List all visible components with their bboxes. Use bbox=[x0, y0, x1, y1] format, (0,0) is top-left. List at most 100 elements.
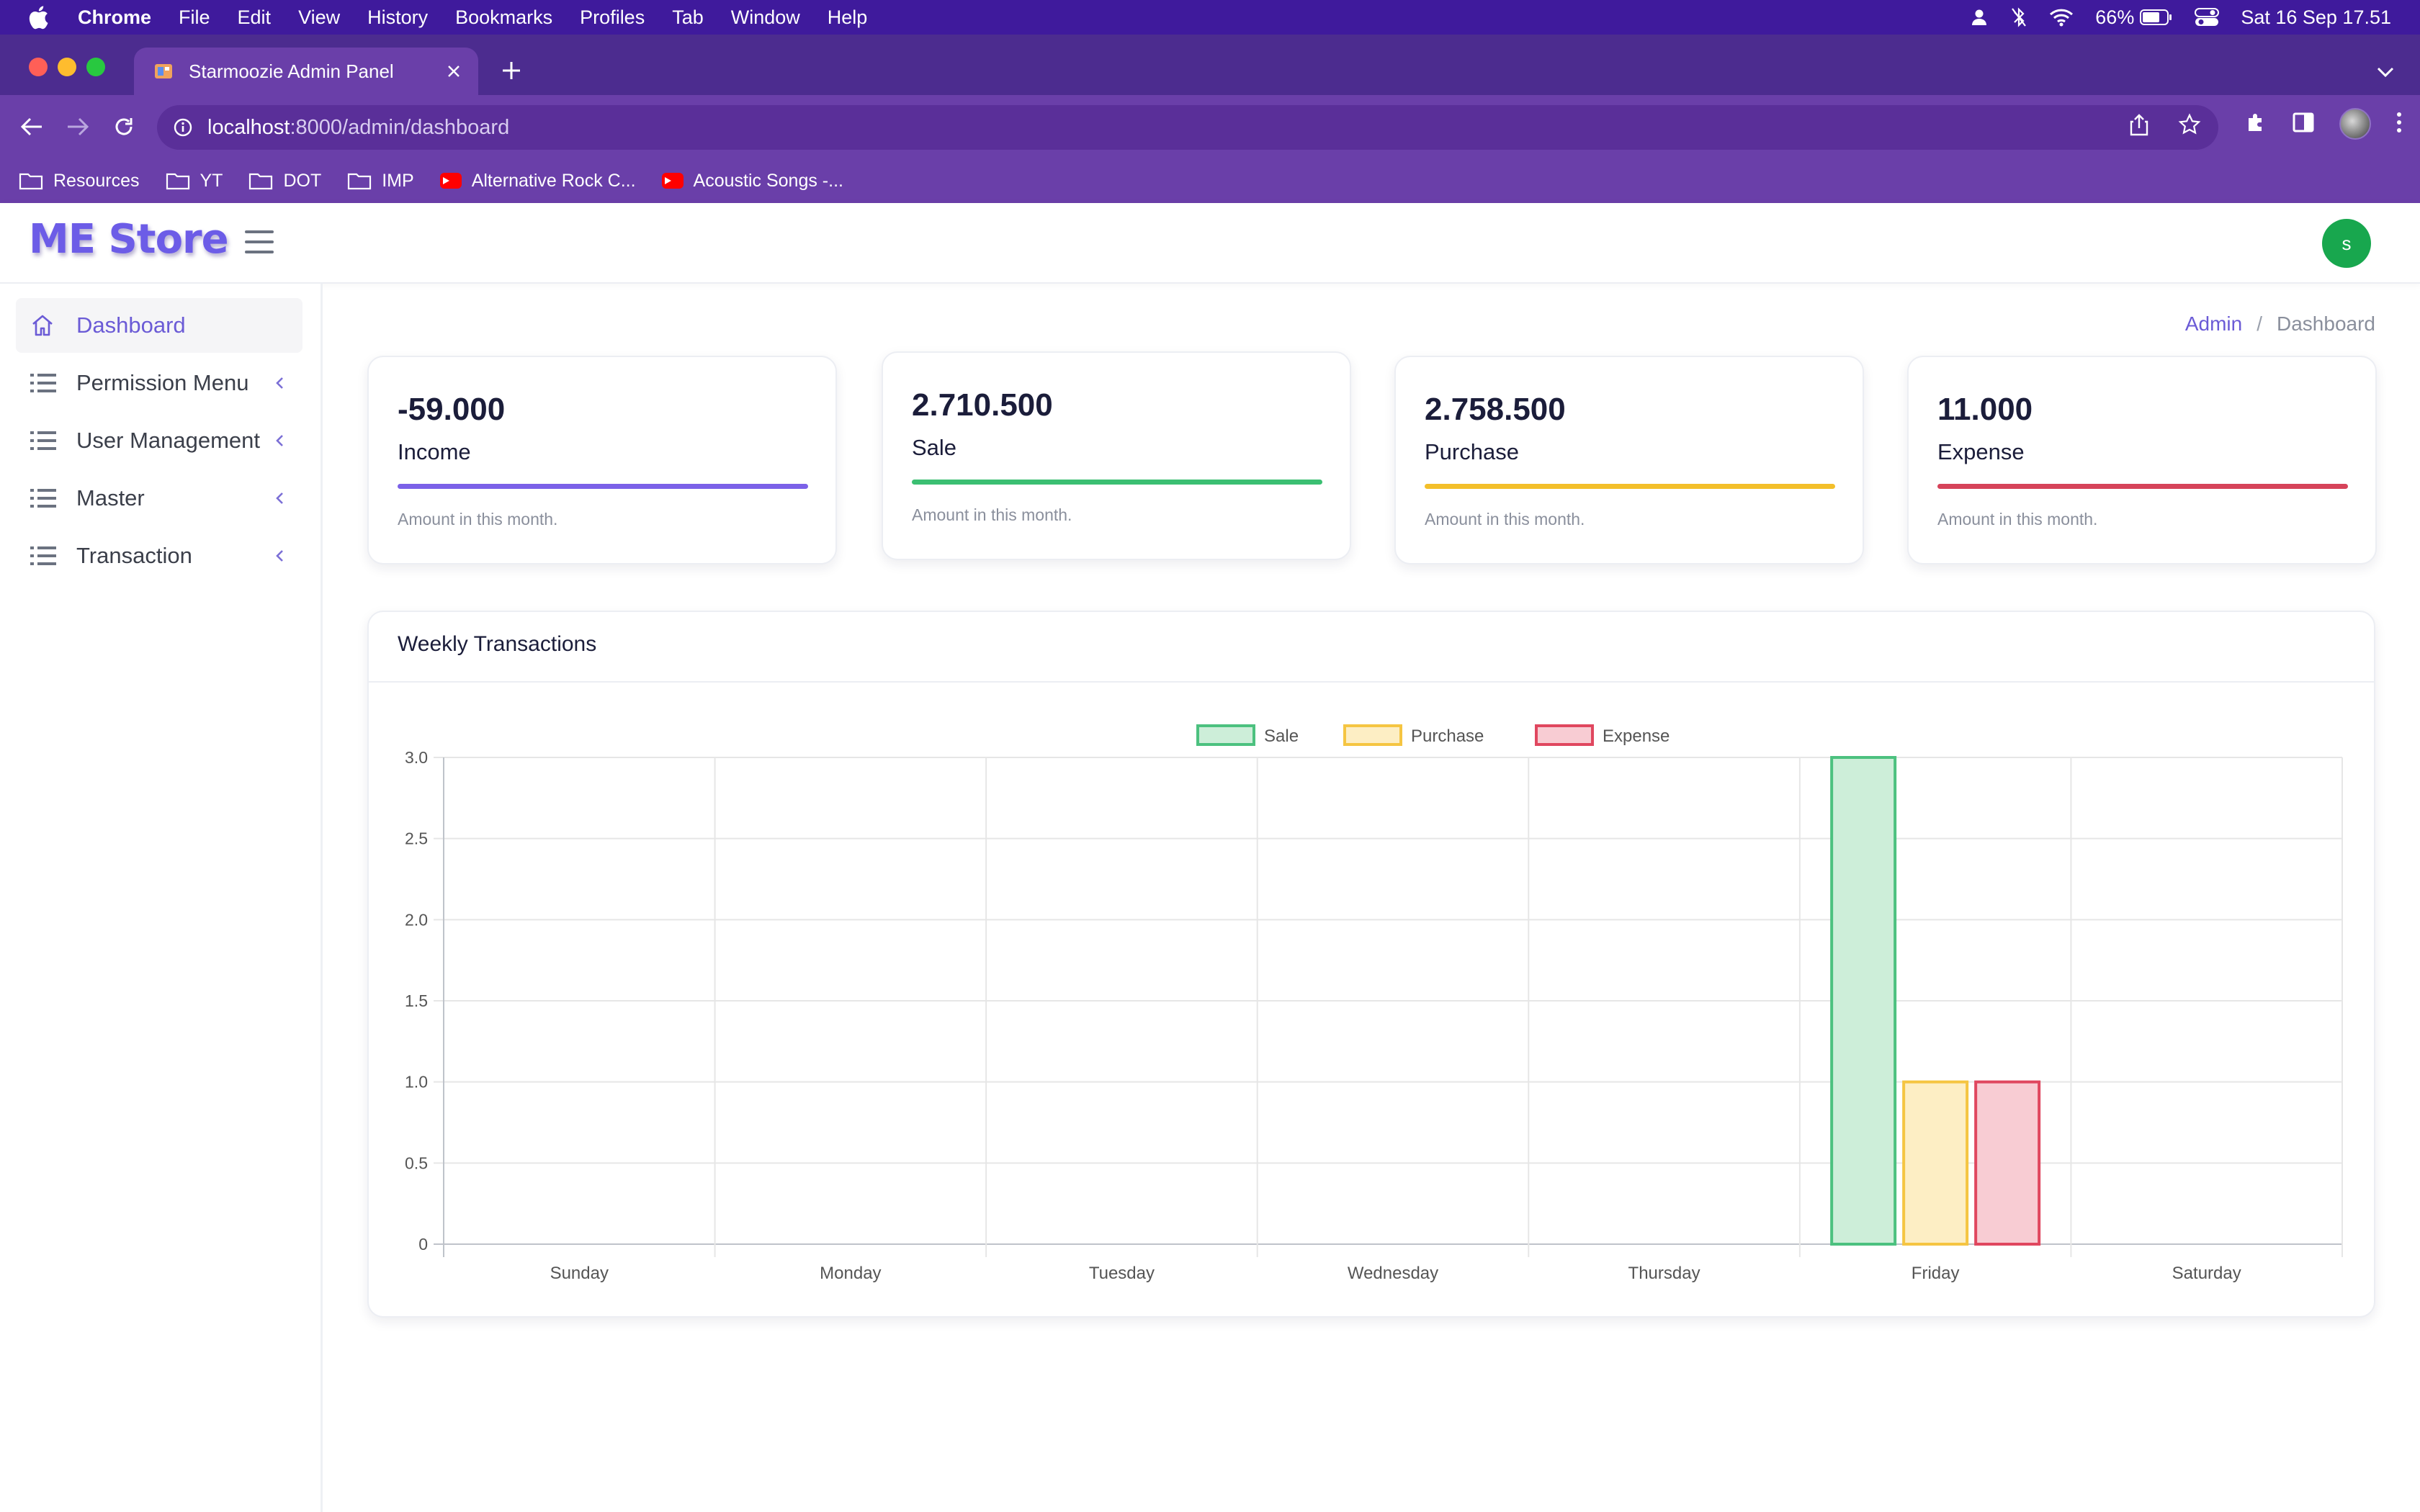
sidebar-item-label: Master bbox=[76, 485, 145, 510]
user-avatar[interactable]: s bbox=[2322, 219, 2371, 268]
url-host: localhost bbox=[207, 115, 290, 139]
y-tick-label: 0.5 bbox=[405, 1153, 428, 1172]
menu-tab[interactable]: Tab bbox=[672, 6, 704, 29]
battery-icon bbox=[2140, 9, 2172, 25]
share-icon[interactable] bbox=[2129, 113, 2149, 142]
sidebar-item-master[interactable]: Master bbox=[16, 471, 302, 526]
sale-note: Amount in this month. bbox=[912, 505, 1072, 524]
card-divider bbox=[369, 681, 2374, 683]
bookmark-yt[interactable]: YT bbox=[166, 171, 223, 192]
wifi-icon[interactable] bbox=[2049, 8, 2074, 27]
sale-value: 2.710.500 bbox=[912, 387, 1053, 423]
bookmark-label: IMP bbox=[382, 170, 414, 191]
side-panel-icon[interactable] bbox=[2292, 112, 2315, 137]
legend-label-expense[interactable]: Expense bbox=[1603, 726, 1670, 746]
bookmark-star-icon[interactable] bbox=[2178, 113, 2201, 142]
bookmark-imp[interactable]: IMP bbox=[347, 170, 414, 192]
reload-icon[interactable] bbox=[107, 109, 141, 144]
sidebar-item-permission-menu[interactable]: Permission Menu bbox=[16, 356, 302, 410]
expense-progress-bar bbox=[1937, 484, 2348, 489]
bookmark-label: DOT bbox=[283, 170, 322, 191]
menu-help[interactable]: Help bbox=[828, 6, 868, 29]
clock-datetime[interactable]: Sat 16 Sep 17.51 bbox=[2241, 6, 2391, 29]
profile-avatar-icon[interactable] bbox=[2339, 108, 2371, 140]
tab-search-chevron-icon[interactable] bbox=[2371, 58, 2400, 86]
x-tick-label: Wednesday bbox=[1348, 1264, 1438, 1283]
folder-icon bbox=[19, 173, 43, 190]
back-arrow-icon[interactable] bbox=[14, 109, 49, 144]
menu-file[interactable]: File bbox=[179, 6, 210, 29]
menu-window[interactable]: Window bbox=[731, 6, 800, 29]
bookmarks-bar: Resources YT DOT IMP Alternative Rock C.… bbox=[0, 158, 2420, 203]
y-tick-label: 1.5 bbox=[405, 991, 428, 1010]
macos-menu-bar: Chrome File Edit View History Bookmarks … bbox=[0, 0, 2420, 35]
brand-logo[interactable]: ME Store bbox=[29, 216, 229, 263]
breadcrumb-current: Dashboard bbox=[2277, 312, 2375, 335]
user-icon[interactable] bbox=[1970, 8, 1989, 27]
youtube-icon bbox=[661, 173, 684, 189]
window-minimize-button[interactable] bbox=[58, 58, 76, 76]
hamburger-menu-icon[interactable] bbox=[242, 228, 277, 256]
menu-bar-status-area: 66% Sat 16 Sep 17.51 bbox=[1970, 0, 2391, 35]
tab-close-icon[interactable] bbox=[438, 55, 470, 87]
legend-swatch-sale[interactable] bbox=[1196, 724, 1255, 746]
legend-label-purchase[interactable]: Purchase bbox=[1411, 726, 1484, 746]
menu-profiles[interactable]: Profiles bbox=[580, 6, 645, 29]
legend-label-sale[interactable]: Sale bbox=[1264, 726, 1299, 746]
y-tick-label: 2.0 bbox=[405, 910, 428, 929]
toolbar-right-actions bbox=[2244, 108, 2403, 140]
sidebar-item-label: Permission Menu bbox=[76, 370, 249, 395]
address-bar[interactable]: localhost:8000/admin/dashboard bbox=[157, 105, 2218, 150]
expense-stat-card: 11.000 Expense Amount in this month. bbox=[1907, 356, 2377, 564]
chevron-left-icon bbox=[275, 492, 284, 505]
home-icon bbox=[30, 314, 59, 337]
sidebar: Dashboard Permission Menu User Managemen… bbox=[0, 284, 323, 1512]
browser-tab-active[interactable]: Starmoozie Admin Panel bbox=[134, 48, 478, 95]
new-tab-plus-icon[interactable] bbox=[497, 56, 526, 85]
y-tick-label: 0 bbox=[418, 1235, 428, 1254]
battery-status[interactable]: 66% bbox=[2095, 6, 2173, 29]
breadcrumb-admin-link[interactable]: Admin bbox=[2185, 312, 2242, 336]
bookmark-acoustic-songs[interactable]: Acoustic Songs -... bbox=[661, 170, 843, 192]
purchase-label: Purchase bbox=[1425, 439, 1519, 464]
sidebar-item-user-management[interactable]: User Management bbox=[16, 413, 302, 468]
legend-swatch-expense[interactable] bbox=[1535, 724, 1594, 746]
apple-icon[interactable] bbox=[27, 5, 52, 30]
menu-bookmarks[interactable]: Bookmarks bbox=[455, 6, 552, 29]
bar-purchase-friday[interactable] bbox=[1902, 1080, 1969, 1246]
menu-edit[interactable]: Edit bbox=[238, 6, 272, 29]
forward-arrow-icon[interactable] bbox=[60, 109, 95, 144]
app-header: ME Store s bbox=[0, 203, 2420, 284]
legend-swatch-purchase[interactable] bbox=[1343, 724, 1402, 746]
extensions-puzzle-icon[interactable] bbox=[2244, 111, 2267, 138]
kebab-menu-icon[interactable] bbox=[2396, 111, 2403, 138]
breadcrumb-separator: / bbox=[2257, 312, 2263, 335]
window-close-button[interactable] bbox=[29, 58, 48, 76]
x-tick-label: Friday bbox=[1912, 1264, 1960, 1283]
tab-title: Starmoozie Admin Panel bbox=[189, 60, 394, 82]
menu-history[interactable]: History bbox=[367, 6, 428, 29]
sidebar-item-dashboard[interactable]: Dashboard bbox=[16, 298, 302, 353]
bookmark-dot[interactable]: DOT bbox=[248, 171, 321, 192]
bar-expense-friday[interactable] bbox=[1974, 1080, 2041, 1246]
bookmark-alternative-rock[interactable]: Alternative Rock C... bbox=[439, 171, 636, 192]
menu-chrome[interactable]: Chrome bbox=[78, 6, 151, 29]
menu-view[interactable]: View bbox=[298, 6, 340, 29]
income-progress-bar bbox=[398, 484, 808, 489]
bluetooth-off-icon[interactable] bbox=[2010, 6, 2027, 28]
bookmark-resources[interactable]: Resources bbox=[19, 171, 140, 192]
control-center-icon[interactable] bbox=[2195, 7, 2220, 27]
purchase-note: Amount in this month. bbox=[1425, 510, 1585, 528]
list-icon bbox=[30, 545, 59, 567]
y-tick-label: 2.5 bbox=[405, 829, 428, 848]
sidebar-item-transaction[interactable]: Transaction bbox=[16, 528, 302, 583]
chart-title: Weekly Transactions bbox=[398, 632, 597, 656]
chevron-left-icon bbox=[275, 377, 284, 390]
bar-sale-friday[interactable] bbox=[1830, 756, 1897, 1246]
list-icon bbox=[30, 487, 59, 509]
x-tick-label: Sunday bbox=[550, 1264, 609, 1283]
site-info-icon[interactable] bbox=[173, 117, 193, 138]
bookmark-label: Acoustic Songs -... bbox=[693, 170, 843, 191]
chevron-left-icon bbox=[275, 549, 284, 562]
window-zoom-button[interactable] bbox=[86, 58, 105, 76]
